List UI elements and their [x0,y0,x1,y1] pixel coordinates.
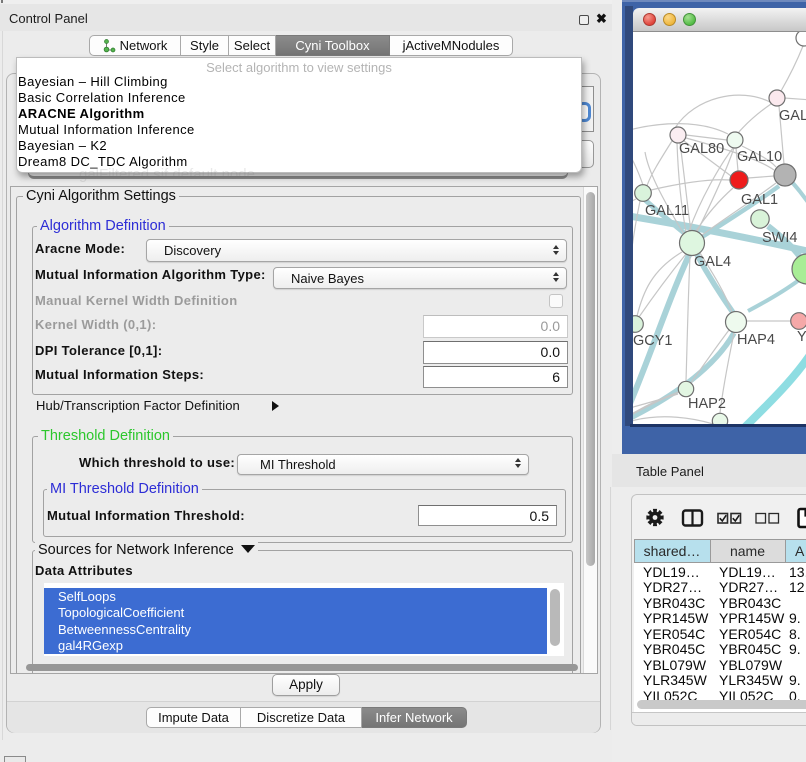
svg-text:GAL80: GAL80 [679,141,724,157]
svg-text:GAL11: GAL11 [645,203,689,219]
svg-text:YJ: YJ [797,329,806,345]
svg-text:SWI4: SWI4 [762,230,797,246]
svg-text:GCY1: GCY1 [633,333,673,349]
svg-text:GAL1: GAL1 [741,192,778,208]
svg-text:GAL10: GAL10 [737,149,782,165]
svg-text:HAP2: HAP2 [688,396,726,412]
svg-text:GAL2: GAL2 [779,108,806,124]
svg-text:GAL4: GAL4 [694,254,731,270]
svg-text:HAP4: HAP4 [737,332,775,348]
